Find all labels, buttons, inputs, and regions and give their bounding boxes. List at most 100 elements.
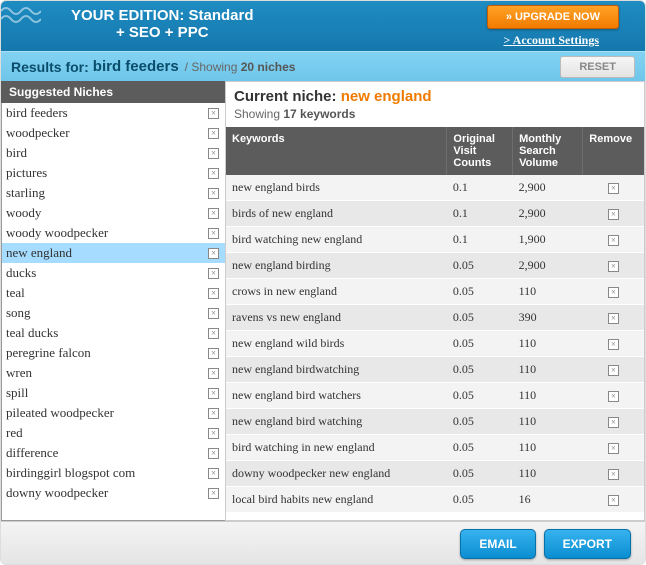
close-icon[interactable]: × [608,313,619,324]
sidebar-item[interactable]: difference× [2,443,225,463]
cell-remove: × [583,331,644,357]
sidebar-item[interactable]: red× [2,423,225,443]
sidebar-item[interactable]: ducks× [2,263,225,283]
close-icon[interactable]: × [208,328,219,339]
close-icon[interactable]: × [208,428,219,439]
cell-remove: × [583,175,644,201]
cell-ovc: 0.1 [447,175,513,201]
sidebar-item[interactable]: spill× [2,383,225,403]
sidebar-item[interactable]: woodpecker× [2,123,225,143]
sidebar-item[interactable]: bird× [2,143,225,163]
cell-remove: × [583,227,644,253]
sidebar-item-label: difference [6,445,208,461]
sidebar-item-label: bird feeders [6,105,208,121]
cell-remove: × [583,305,644,331]
close-icon[interactable]: × [608,469,619,480]
close-icon[interactable]: × [208,388,219,399]
sidebar-item[interactable]: teal ducks× [2,323,225,343]
sidebar-item[interactable]: birdinggirl blogspot com× [2,463,225,483]
cell-remove: × [583,357,644,383]
sidebar-item-label: pictures [6,165,208,181]
sidebar-item[interactable]: wren× [2,363,225,383]
col-keywords[interactable]: Keywords [226,127,447,175]
sidebar-title: Suggested Niches [1,81,225,103]
app-header: YOUR EDITION: Standard + SEO + PPC » UPG… [1,1,645,51]
cell-ovc: 0.05 [447,357,513,383]
cell-msv: 2,900 [513,175,583,201]
close-icon[interactable]: × [208,208,219,219]
table-row: birds of new england0.12,900 × [226,201,644,227]
cell-remove: × [583,383,644,409]
close-icon[interactable]: × [608,261,619,272]
sidebar-item[interactable]: new england× [2,243,225,263]
sidebar-item-label: woody woodpecker [6,225,208,241]
keyword-table-scroll[interactable]: Keywords Original Visit Counts Monthly S… [226,127,644,520]
close-icon[interactable]: × [608,287,619,298]
close-icon[interactable]: × [608,417,619,428]
cell-msv: 110 [513,383,583,409]
col-remove[interactable]: Remove [583,127,644,175]
close-icon[interactable]: × [208,448,219,459]
table-row: bird watching in new england0.05110× [226,435,644,461]
table-row: new england birdwatching0.05110× [226,357,644,383]
sidebar-item[interactable]: downy woodpecker× [2,483,225,503]
sidebar-item-label: new england [6,245,208,261]
sidebar-item[interactable]: pileated woodpecker× [2,403,225,423]
close-icon[interactable]: × [208,308,219,319]
cell-keyword: bird watching new england [226,227,447,253]
close-icon[interactable]: × [608,339,619,350]
cell-keyword: birds of new england [226,201,447,227]
cell-ovc: 0.05 [447,409,513,435]
sidebar-item-label: woody [6,205,208,221]
table-row: new england birding0.052,900× [226,253,644,279]
sidebar-item[interactable]: peregrine falcon× [2,343,225,363]
sidebar-item[interactable]: song× [2,303,225,323]
sidebar-item[interactable]: pictures× [2,163,225,183]
close-icon[interactable]: × [208,188,219,199]
sidebar-item[interactable]: bird feeders× [2,103,225,123]
email-button[interactable]: EMAIL [460,529,535,559]
close-icon[interactable]: × [608,495,619,506]
col-monthly-search-volume[interactable]: Monthly Search Volume [513,127,583,175]
sidebar-item[interactable]: woody× [2,203,225,223]
sidebar-item[interactable]: woody woodpecker× [2,223,225,243]
reset-button[interactable]: RESET [560,56,635,78]
close-icon[interactable]: × [608,365,619,376]
cell-msv: 390 [513,305,583,331]
close-icon[interactable]: × [208,488,219,499]
upgrade-button[interactable]: » UPGRADE NOW [487,5,619,29]
close-icon[interactable]: × [608,235,619,246]
cell-msv: 2,900 [513,201,583,227]
account-settings-link[interactable]: > Account Settings [503,33,599,48]
close-icon[interactable]: × [208,168,219,179]
close-icon[interactable]: × [208,228,219,239]
close-icon[interactable]: × [208,108,219,119]
cell-keyword: bird watching in new england [226,435,447,461]
close-icon[interactable]: × [208,368,219,379]
close-icon[interactable]: × [208,348,219,359]
sidebar-item[interactable]: teal× [2,283,225,303]
close-icon[interactable]: × [608,391,619,402]
close-icon[interactable]: × [208,268,219,279]
sidebar-item-label: wren [6,365,208,381]
close-icon[interactable]: × [208,248,219,259]
close-icon[interactable]: × [208,468,219,479]
close-icon[interactable]: × [208,128,219,139]
close-icon[interactable]: × [208,288,219,299]
close-icon[interactable]: × [208,148,219,159]
cell-ovc: 0.05 [447,331,513,357]
close-icon[interactable]: × [608,443,619,454]
export-button[interactable]: EXPORT [544,529,631,559]
cell-keyword: crows in new england [226,279,447,305]
cell-ovc: 0.05 [447,383,513,409]
edition-label: YOUR EDITION: [71,7,184,24]
col-original-visit-counts[interactable]: Original Visit Counts [447,127,513,175]
close-icon[interactable]: × [208,408,219,419]
cell-ovc: 0.1 [447,201,513,227]
close-icon[interactable]: × [608,183,619,194]
sidebar-item-label: teal ducks [6,325,208,341]
cell-msv: 2,900 [513,253,583,279]
close-icon[interactable]: × [608,209,619,220]
niche-list[interactable]: bird feeders×woodpecker×bird×pictures×st… [1,103,225,521]
sidebar-item[interactable]: starling× [2,183,225,203]
